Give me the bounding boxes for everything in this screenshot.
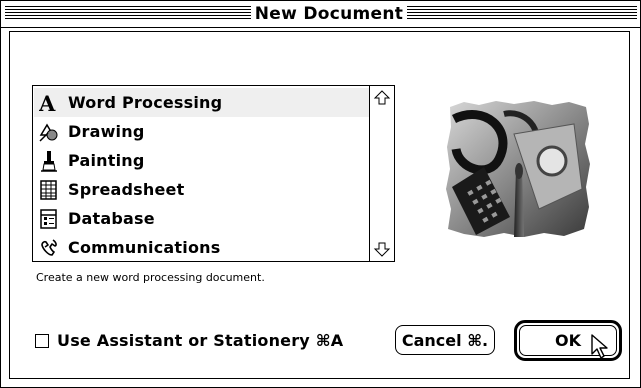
list-item-label: Painting [68, 151, 145, 170]
title-bar-stripes-right [407, 6, 637, 21]
list-item-database[interactable]: Database [34, 204, 370, 233]
list-item-label: Word Processing [68, 93, 223, 112]
scroll-up-arrow-icon[interactable] [373, 89, 391, 107]
new-document-dialog: New Document A Word Processing Drawing P… [0, 0, 641, 388]
cancel-button[interactable]: Cancel ⌘. [395, 325, 495, 355]
list-item-drawing[interactable]: Drawing [34, 117, 370, 146]
list-item-spreadsheet[interactable]: Spreadsheet [34, 175, 370, 204]
document-type-list[interactable]: A Word Processing Drawing Painting Sprea… [32, 85, 395, 262]
assistant-checkbox-row[interactable]: Use Assistant or Stationery ⌘A [35, 331, 343, 350]
list-item-word-processing[interactable]: A Word Processing [34, 88, 370, 117]
list-item-label: Database [68, 209, 155, 228]
drawing-shapes-icon [39, 121, 59, 143]
document-preview-image [446, 101, 590, 237]
spreadsheet-grid-icon [39, 179, 59, 201]
list-scrollbar[interactable] [369, 86, 394, 261]
document-type-items: A Word Processing Drawing Painting Sprea… [33, 86, 370, 261]
document-type-description: Create a new word processing document. [36, 271, 265, 284]
letter-a-icon: A [39, 92, 59, 114]
title-bar-stripes-left [5, 6, 251, 21]
list-item-label: Communications [68, 238, 221, 257]
list-item-communications[interactable]: Communications [34, 233, 370, 261]
title-bar[interactable]: New Document [1, 1, 640, 28]
list-item-label: Drawing [68, 122, 145, 141]
assistant-checkbox[interactable] [35, 333, 49, 348]
paintbrush-icon [39, 150, 59, 172]
assistant-checkbox-label[interactable]: Use Assistant or Stationery ⌘A [57, 331, 343, 350]
list-item-label: Spreadsheet [68, 180, 185, 199]
svg-text:A: A [39, 92, 56, 114]
telephone-handset-icon [39, 237, 59, 259]
scroll-down-arrow-icon[interactable] [373, 240, 391, 258]
database-form-icon [39, 208, 59, 230]
window-title: New Document [251, 4, 407, 24]
list-item-painting[interactable]: Painting [34, 146, 370, 175]
mouse-pointer-icon [591, 334, 608, 359]
